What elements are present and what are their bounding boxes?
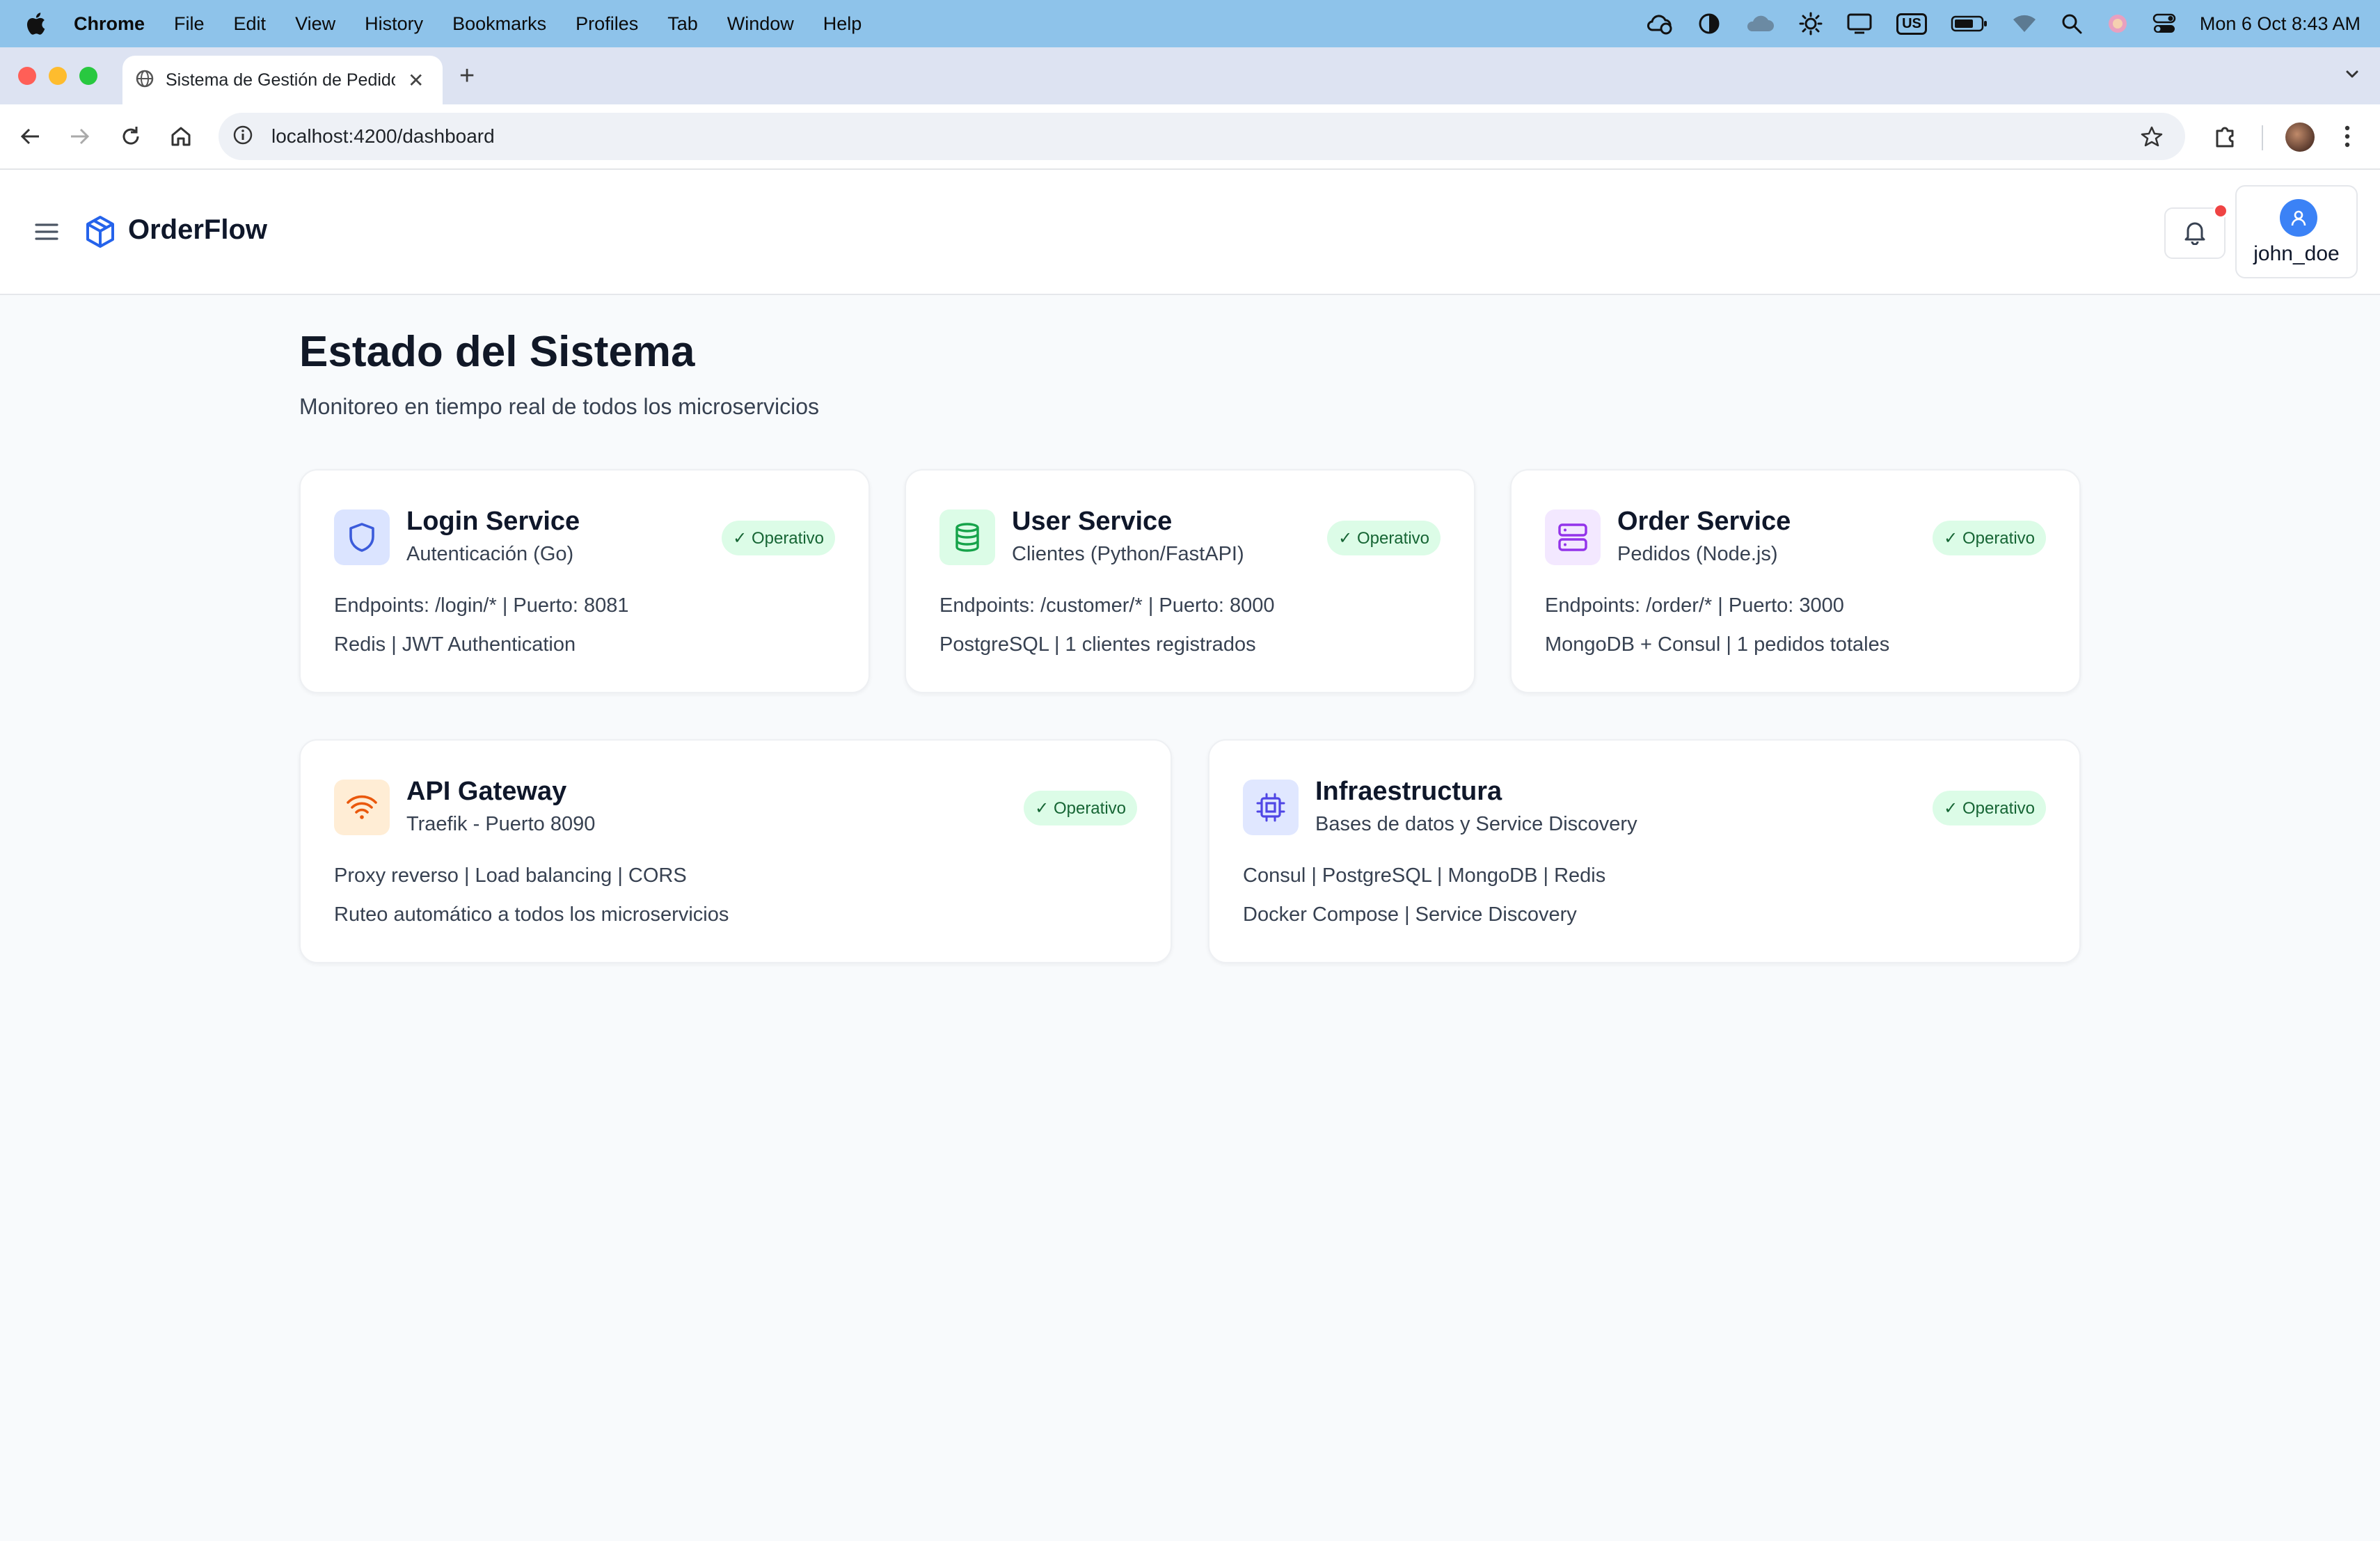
brightness-icon[interactable]	[1799, 12, 1823, 35]
wifi-status-icon[interactable]	[2012, 14, 2037, 33]
minimize-window-button[interactable]	[49, 67, 67, 85]
service-title: Infraestructura	[1315, 777, 1502, 806]
service-details: MongoDB + Consul | 1 pedidos totales	[1545, 633, 1890, 656]
app-brand[interactable]: OrderFlow	[128, 214, 267, 246]
package-logo-icon	[84, 214, 117, 253]
service-card-infrastructure[interactable]: Infraestructura Bases de datos y Service…	[1208, 739, 2081, 963]
profile-avatar[interactable]	[2285, 123, 2315, 152]
bookmark-star-icon[interactable]	[2141, 125, 2163, 151]
status-badge: ✓ Operativo	[1933, 521, 2046, 555]
battery-icon[interactable]	[1951, 15, 1988, 33]
username-label: john_doe	[2253, 242, 2340, 265]
globe-icon	[135, 69, 154, 92]
new-tab-button[interactable]: +	[459, 61, 475, 91]
address-bar[interactable]: localhost:4200/dashboard	[219, 113, 2185, 160]
back-arrow-icon[interactable]	[18, 124, 43, 149]
page-subtitle: Monitoreo en tiempo real de todos los mi…	[299, 394, 819, 419]
service-subtitle: Autenticación (Go)	[406, 543, 574, 565]
service-details: Redis | JWT Authentication	[334, 633, 576, 656]
browser-tab-strip: Sistema de Gestión de Pedidos ✕ +	[0, 47, 2380, 104]
input-source-icon[interactable]: US	[1896, 13, 1927, 35]
notification-badge-dot	[2213, 203, 2228, 219]
page-title: Estado del Sistema	[299, 328, 695, 376]
home-icon[interactable]	[168, 124, 193, 149]
menu-view[interactable]: View	[295, 13, 335, 35]
extensions-puzzle-icon[interactable]	[2212, 123, 2238, 152]
service-card-user[interactable]: User Service Clientes (Python/FastAPI) ✓…	[905, 469, 1475, 693]
tab-title: Sistema de Gestión de Pedidos	[166, 70, 395, 90]
hamburger-menu-icon[interactable]	[33, 220, 60, 247]
apple-icon[interactable]	[25, 12, 53, 35]
shield-icon	[334, 509, 390, 565]
status-badge: ✓ Operativo	[1933, 791, 2046, 825]
service-subtitle: Clientes (Python/FastAPI)	[1012, 543, 1244, 565]
status-badge: ✓ Operativo	[1327, 521, 1441, 555]
service-endpoints: Proxy reverso | Load balancing | CORS	[334, 864, 687, 887]
contrast-icon[interactable]	[1697, 12, 1721, 35]
creative-cloud-icon[interactable]	[1646, 12, 1674, 35]
menu-history[interactable]: History	[365, 13, 423, 35]
service-details: Ruteo automático a todos los microservic…	[334, 903, 729, 926]
window-controls	[18, 67, 97, 85]
bell-icon	[2182, 219, 2207, 248]
service-endpoints: Endpoints: /customer/* | Puerto: 8000	[939, 594, 1275, 617]
database-icon	[939, 509, 995, 565]
menu-app-chrome[interactable]: Chrome	[74, 13, 145, 35]
menu-file[interactable]: File	[174, 13, 205, 35]
cpu-icon	[1243, 780, 1299, 835]
siri-icon[interactable]	[2107, 13, 2129, 35]
address-url[interactable]: localhost:4200/dashboard	[271, 125, 495, 148]
service-title: Login Service	[406, 507, 580, 536]
server-icon	[1545, 509, 1601, 565]
service-subtitle: Bases de datos y Service Discovery	[1315, 813, 1637, 835]
tab-search-chevron-icon[interactable]	[2342, 64, 2362, 87]
menu-help[interactable]: Help	[823, 13, 862, 35]
spotlight-search-icon[interactable]	[2061, 13, 2083, 35]
service-details: Docker Compose | Service Discovery	[1243, 903, 1577, 926]
close-window-button[interactable]	[18, 67, 36, 85]
maximize-window-button[interactable]	[79, 67, 97, 85]
toolbar-divider	[2262, 125, 2263, 150]
service-endpoints: Endpoints: /login/* | Puerto: 8081	[334, 594, 629, 617]
menu-edit[interactable]: Edit	[234, 13, 267, 35]
service-details: PostgreSQL | 1 clientes registrados	[939, 633, 1256, 656]
close-tab-icon[interactable]: ✕	[408, 69, 424, 92]
wifi-icon	[334, 780, 390, 835]
menubar-status-area: US Mon 6 Oct 8:43 AM	[1646, 0, 2361, 47]
forward-arrow-icon[interactable]	[67, 124, 92, 149]
status-badge: ✓ Operativo	[1024, 791, 1137, 825]
menu-profiles[interactable]: Profiles	[576, 13, 638, 35]
app-header: OrderFlow john_doe	[0, 170, 2380, 295]
menu-tab[interactable]: Tab	[667, 13, 698, 35]
service-endpoints: Endpoints: /order/* | Puerto: 3000	[1545, 594, 1844, 617]
site-info-icon[interactable]	[232, 125, 253, 149]
browser-toolbar: localhost:4200/dashboard	[0, 104, 2380, 170]
service-endpoints: Consul | PostgreSQL | MongoDB | Redis	[1243, 864, 1606, 887]
user-avatar-icon	[2280, 199, 2317, 237]
service-card-order[interactable]: Order Service Pedidos (Node.js) ✓ Operat…	[1510, 469, 2081, 693]
service-card-api-gateway[interactable]: API Gateway Traefik - Puerto 8090 ✓ Oper…	[299, 739, 1172, 963]
service-subtitle: Traefik - Puerto 8090	[406, 813, 596, 835]
status-badge: ✓ Operativo	[722, 521, 835, 555]
service-title: Order Service	[1617, 507, 1791, 536]
menubar-clock[interactable]: Mon 6 Oct 8:43 AM	[2200, 13, 2361, 35]
display-icon[interactable]	[1846, 13, 1873, 35]
menu-bookmarks[interactable]: Bookmarks	[452, 13, 546, 35]
menu-window[interactable]: Window	[727, 13, 794, 35]
control-center-icon[interactable]	[2152, 13, 2176, 35]
browser-tab-active[interactable]: Sistema de Gestión de Pedidos ✕	[122, 56, 443, 104]
macos-menubar: Chrome File Edit View History Bookmarks …	[0, 0, 2380, 47]
service-title: User Service	[1012, 507, 1173, 536]
service-title: API Gateway	[406, 777, 567, 806]
service-subtitle: Pedidos (Node.js)	[1617, 543, 1778, 565]
user-menu-button[interactable]: john_doe	[2235, 185, 2358, 278]
service-card-login[interactable]: Login Service Autenticación (Go) ✓ Opera…	[299, 469, 870, 693]
reload-icon[interactable]	[118, 124, 143, 149]
cloud-icon[interactable]	[1745, 13, 1775, 34]
more-menu-icon[interactable]	[2342, 123, 2352, 154]
